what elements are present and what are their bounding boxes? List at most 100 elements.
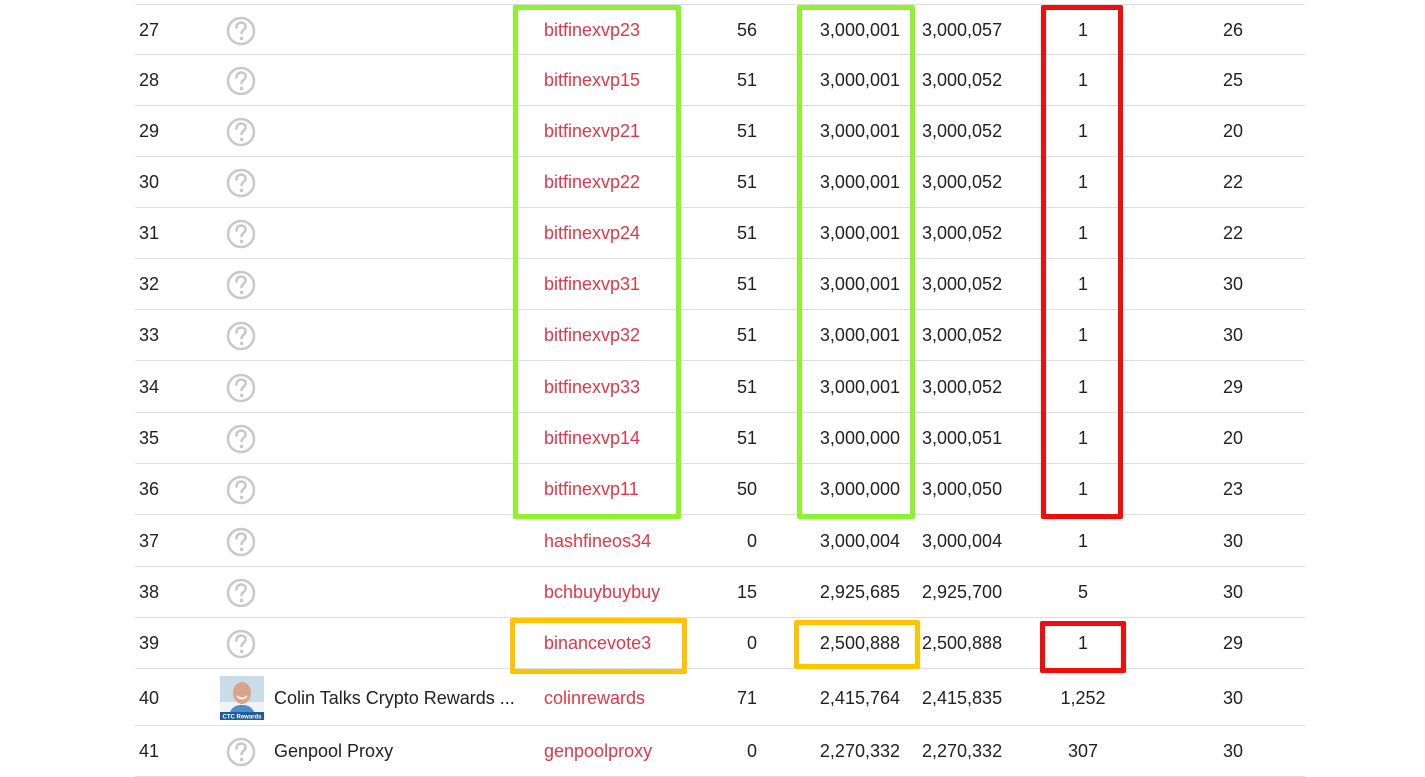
rank-cell: 31 [139,223,160,243]
value-cell-d: 1 [1077,121,1088,141]
question-mark-icon [226,270,256,300]
value-cell-c: 3,000,050 [922,479,1003,499]
value-cell-c: 2,500,888 [922,633,1003,653]
value-cell-d: 1 [1077,325,1088,345]
table-row: 41 Genpool Proxy genpoolproxy 0 2,270,332 2,2… [135,726,1305,777]
table-row: 29 bitfinexvp21 51 3,000,001 3,000,052 1 20 [135,106,1305,157]
account-link[interactable]: bitfinexvp11 [544,464,639,515]
value-cell-a: 0 [746,633,757,653]
value-cell-b: 3,000,000 [819,428,900,448]
value-cell-e: 29 [1222,377,1244,397]
rank-cell: 39 [139,633,160,653]
value-cell-d: 1,252 [1060,688,1106,708]
question-mark-icon [226,629,256,659]
account-link[interactable]: bitfinexvp33 [544,362,640,413]
account-link[interactable]: bitfinexvp32 [544,310,640,361]
value-cell-b: 3,000,001 [819,223,900,243]
value-cell-d: 1 [1077,479,1088,499]
question-mark-icon [226,475,256,505]
rank-cell: 38 [139,582,160,602]
table-row: 34 bitfinexvp33 51 3,000,001 3,000,052 1 29 [135,362,1305,413]
table-row: 37 hashfineos34 0 3,000,004 3,000,004 1 30 [135,516,1305,567]
value-cell-c: 2,415,835 [922,688,1003,708]
value-cell-b: 2,925,685 [819,582,900,602]
rank-cell: 33 [139,325,160,345]
table-row: 33 bitfinexvp32 51 3,000,001 3,000,052 1 30 [135,310,1305,361]
producer-name[interactable] [274,618,524,669]
question-mark-icon [226,321,256,351]
producer-name[interactable] [274,310,524,361]
producer-name[interactable] [274,413,524,464]
value-cell-a: 51 [736,377,757,397]
value-cell-d: 1 [1077,633,1088,653]
rank-cell: 40 [139,688,160,708]
producer-name[interactable] [274,5,524,56]
avatar[interactable]: CTC Rewards [220,676,264,721]
avatar-logo-text: CTC Rewards [222,715,262,721]
producer-name[interactable] [274,106,524,157]
value-cell-a: 51 [736,70,757,90]
producer-name[interactable] [274,55,524,106]
producer-name[interactable] [274,567,524,618]
rank-cell: 34 [139,377,160,397]
rank-cell: 36 [139,479,160,499]
question-mark-icon [226,737,256,767]
producer-name[interactable] [274,362,524,413]
rank-cell: 35 [139,428,160,448]
value-cell-e: 20 [1222,121,1244,141]
account-link[interactable]: binancevote3 [544,618,651,669]
account-link[interactable]: bitfinexvp21 [544,106,640,157]
value-cell-c: 3,000,052 [922,223,1003,243]
value-cell-d: 1 [1077,70,1088,90]
account-link[interactable]: colinrewards [544,670,645,726]
value-cell-c: 3,000,052 [922,325,1003,345]
account-link[interactable]: bchbuybuybuy [544,567,660,618]
value-cell-b: 3,000,001 [819,172,900,192]
value-cell-a: 15 [736,582,757,602]
table-row: 30 bitfinexvp22 51 3,000,001 3,000,052 1 22 [135,157,1305,208]
value-cell-b: 3,000,000 [819,479,900,499]
question-mark-icon [226,527,256,557]
producer-name[interactable] [274,157,524,208]
value-cell-b: 2,270,332 [819,741,900,761]
account-link[interactable]: bitfinexvp15 [544,55,640,106]
value-cell-a: 56 [736,20,757,40]
account-link[interactable]: bitfinexvp24 [544,208,640,259]
table-row: 38 bchbuybuybuy 15 2,925,685 2,925,700 5 30 [135,567,1305,618]
account-link[interactable]: bitfinexvp22 [544,157,640,208]
value-cell-a: 51 [736,274,757,294]
value-cell-c: 3,000,052 [922,70,1003,90]
rank-cell: 37 [139,531,160,551]
value-cell-b: 3,000,001 [819,274,900,294]
producer-name[interactable]: Colin Talks Crypto Rewards ... [274,670,524,726]
value-cell-e: 30 [1222,325,1244,345]
producer-table: 27 bitfinexvp23 56 3,000,001 3,000,057 1 26 28 b… [135,0,1305,777]
producer-name[interactable] [274,208,524,259]
producer-name[interactable] [274,259,524,310]
value-cell-a: 51 [736,121,757,141]
question-mark-icon [226,373,256,403]
account-link[interactable]: hashfineos34 [544,516,651,567]
table-row: 32 bitfinexvp31 51 3,000,001 3,000,052 1 30 [135,259,1305,310]
rank-cell: 28 [139,70,160,90]
account-link[interactable]: bitfinexvp31 [544,259,640,310]
producer-name[interactable] [274,464,524,515]
value-cell-e: 25 [1222,70,1244,90]
value-cell-e: 23 [1222,479,1244,499]
account-link[interactable]: bitfinexvp23 [544,5,640,56]
producer-name[interactable]: Genpool Proxy [274,726,524,777]
question-mark-icon [226,219,256,249]
value-cell-a: 50 [736,479,757,499]
value-cell-d: 1 [1077,377,1088,397]
value-cell-d: 307 [1067,741,1099,761]
value-cell-c: 3,000,052 [922,377,1003,397]
producer-name[interactable] [274,516,524,567]
account-link[interactable]: genpoolproxy [544,726,652,777]
value-cell-d: 1 [1077,531,1088,551]
value-cell-b: 3,000,001 [819,20,900,40]
value-cell-e: 30 [1222,582,1244,602]
table-row: 39 binancevote3 0 2,500,888 2,500,888 1 29 [135,618,1305,669]
account-link[interactable]: bitfinexvp14 [544,413,640,464]
value-cell-e: 22 [1222,223,1244,243]
value-cell-c: 3,000,004 [922,531,1003,551]
